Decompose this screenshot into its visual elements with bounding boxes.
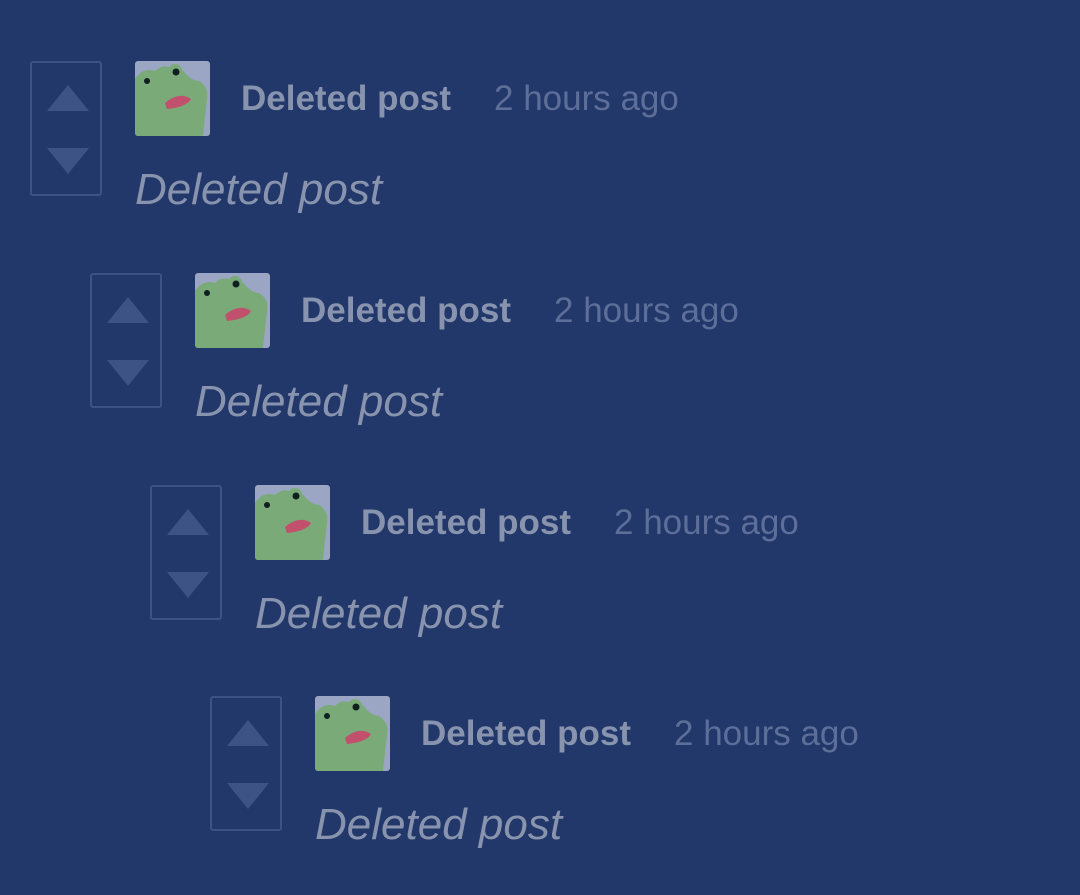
- avatar[interactable]: [135, 61, 210, 136]
- vote-box: [90, 273, 162, 408]
- frog-avatar-icon: [255, 485, 330, 560]
- vote-box: [150, 485, 222, 620]
- comment-body: Deleted post: [315, 800, 563, 849]
- avatar[interactable]: [315, 696, 390, 771]
- comment-body: Deleted post: [255, 589, 503, 638]
- comment-thread: Deleted post 2 hours ago Deleted post De…: [0, 0, 1080, 895]
- frog-avatar-icon: [195, 273, 270, 348]
- comment-body: Deleted post: [135, 165, 383, 214]
- downvote-arrow-icon[interactable]: [165, 570, 211, 600]
- comment: Deleted post 2 hours ago Deleted post: [150, 485, 1050, 638]
- comment-author[interactable]: Deleted post: [421, 710, 631, 758]
- upvote-arrow-icon[interactable]: [105, 295, 151, 325]
- comment: Deleted post 2 hours ago Deleted post: [90, 273, 990, 426]
- comment-author[interactable]: Deleted post: [301, 287, 511, 335]
- upvote-arrow-icon[interactable]: [225, 718, 271, 748]
- avatar[interactable]: [255, 485, 330, 560]
- comment-timestamp: 2 hours ago: [494, 79, 679, 118]
- avatar[interactable]: [195, 273, 270, 348]
- upvote-arrow-icon[interactable]: [165, 507, 211, 537]
- comment: Deleted post 2 hours ago Deleted post: [30, 61, 930, 214]
- comment: Deleted post 2 hours ago Deleted post: [210, 696, 1080, 849]
- comment-timestamp: 2 hours ago: [614, 503, 799, 542]
- comment-body: Deleted post: [195, 377, 443, 426]
- vote-box: [30, 61, 102, 196]
- downvote-arrow-icon[interactable]: [45, 146, 91, 176]
- vote-box: [210, 696, 282, 831]
- downvote-arrow-icon[interactable]: [225, 781, 271, 811]
- comment-timestamp: 2 hours ago: [554, 291, 739, 330]
- upvote-arrow-icon[interactable]: [45, 83, 91, 113]
- downvote-arrow-icon[interactable]: [105, 358, 151, 388]
- comment-author[interactable]: Deleted post: [361, 499, 571, 547]
- frog-avatar-icon: [135, 61, 210, 136]
- comment-timestamp: 2 hours ago: [674, 714, 859, 753]
- comment-author[interactable]: Deleted post: [241, 75, 451, 123]
- frog-avatar-icon: [315, 696, 390, 771]
